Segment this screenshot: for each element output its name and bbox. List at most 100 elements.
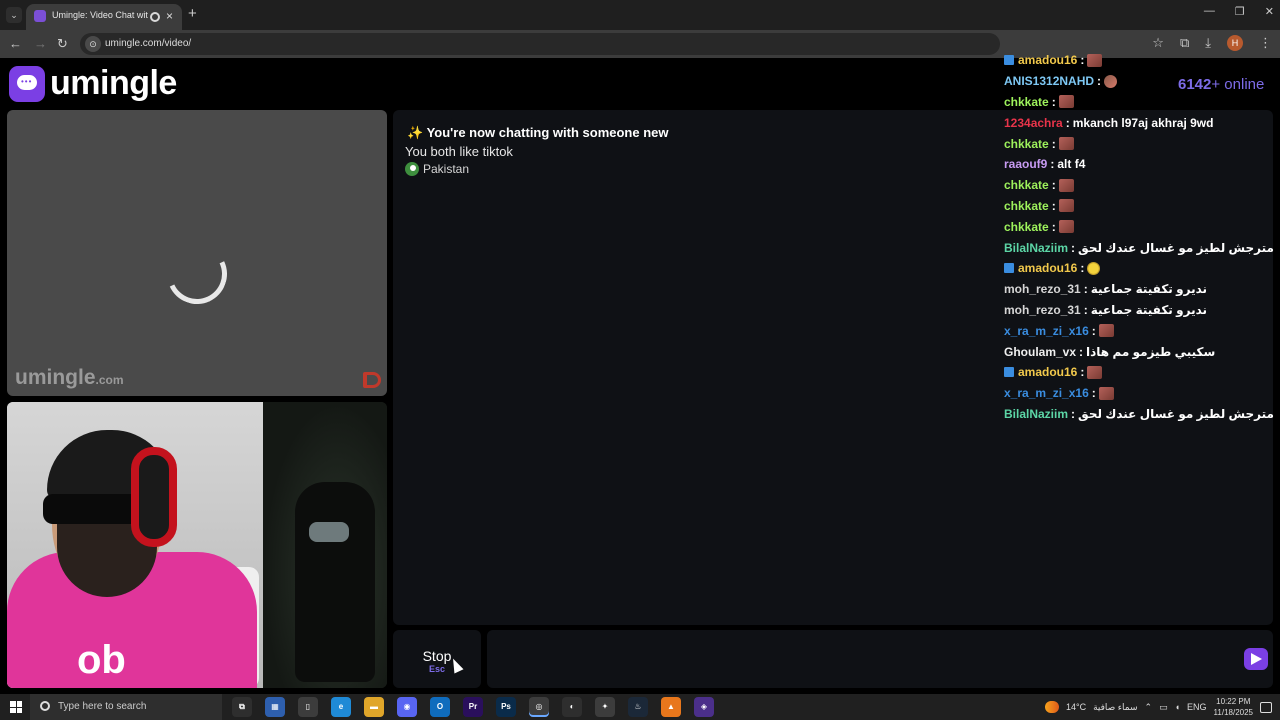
loading-spinner-icon bbox=[158, 235, 236, 313]
chrome-icon[interactable]: ◎ bbox=[529, 697, 549, 717]
language-indicator[interactable]: ENG bbox=[1187, 702, 1207, 712]
reload-icon[interactable]: ↻ bbox=[57, 36, 68, 52]
system-message: ✨ You're now chatting with someone new bbox=[407, 125, 669, 140]
overlay-username: moh_rezo_31 bbox=[1004, 282, 1081, 297]
taskbar-search[interactable]: Type here to search bbox=[30, 694, 222, 720]
headphones bbox=[131, 447, 177, 547]
overlay-message: مترجش لطيز مو غسال عندك لحق bbox=[1078, 240, 1274, 255]
site-logo[interactable]: ••• umingle bbox=[9, 64, 177, 103]
umingle-page: ••• umingle 6142+ online umingle.com ob … bbox=[0, 53, 1280, 690]
window-restore-button[interactable]: ❐ bbox=[1235, 5, 1245, 18]
overlay-message: مترجش لطيز مو غسال عندك لحق bbox=[1078, 406, 1274, 421]
overlay-chat-line: BilalNaziim: مترجش لطيز مو غسال عندك لحق bbox=[1004, 240, 1274, 255]
tab-title: Umingle: Video Chat with S bbox=[52, 10, 148, 20]
chat-emote-icon bbox=[1098, 324, 1114, 338]
fl-studio-icon[interactable]: ✦ bbox=[595, 697, 615, 717]
common-interest: You both like tiktok bbox=[405, 144, 513, 159]
profile-avatar[interactable]: H bbox=[1227, 35, 1243, 51]
chat-emote-icon bbox=[1087, 365, 1103, 379]
windows-start-icon[interactable] bbox=[10, 701, 22, 713]
edge-icon[interactable]: e bbox=[331, 697, 351, 717]
vlc-app-icon[interactable]: ▲ bbox=[661, 697, 681, 717]
overlay-chat-line: chkkate: bbox=[1004, 92, 1274, 113]
address-bar[interactable]: ⊙ umingle.com/video/ bbox=[80, 33, 1000, 55]
notepad-icon[interactable]: ▯ bbox=[298, 697, 318, 717]
clock[interactable]: 10:22 PM 11/18/2025 bbox=[1214, 696, 1253, 718]
weather-text: سماء صافية bbox=[1093, 701, 1138, 712]
pakistan-flag-icon bbox=[405, 162, 419, 176]
logo-text: umingle bbox=[50, 64, 177, 102]
recording-indicator-icon bbox=[150, 12, 160, 22]
chat-emote-icon bbox=[1098, 386, 1114, 400]
stop-button[interactable]: Stop Esc bbox=[393, 630, 481, 688]
volume-icon[interactable]: ◖ bbox=[1175, 702, 1180, 712]
back-arrow-icon[interactable]: ← bbox=[9, 36, 22, 51]
report-flag-icon[interactable] bbox=[363, 372, 381, 388]
overlay-chat-line: Ghoulam_vx: سكيبي طيزمو مم هاذا bbox=[1004, 344, 1216, 359]
site-info-icon[interactable]: ⊙ bbox=[85, 36, 101, 52]
window-close-button[interactable]: ✕ bbox=[1265, 5, 1274, 18]
overlay-chat-line: 1234achra: mkanch l97aj akhraj 9wd bbox=[1004, 115, 1214, 130]
browser-tab[interactable]: Umingle: Video Chat with S × bbox=[26, 4, 182, 30]
overlay-username: chkkate bbox=[1004, 198, 1049, 213]
overlay-chat-line: amadou16: bbox=[1004, 50, 1274, 71]
notifications-icon[interactable] bbox=[1260, 701, 1272, 713]
overlay-chat-line: amadou16: bbox=[1004, 362, 1274, 383]
bookmark-star-icon[interactable]: ☆ bbox=[1152, 35, 1164, 51]
outlook-icon[interactable]: O bbox=[430, 697, 450, 717]
overlay-username: amadou16 bbox=[1018, 53, 1078, 68]
premiere-pro-icon[interactable]: Pr bbox=[463, 697, 483, 717]
overlay-username: chkkate bbox=[1004, 136, 1049, 151]
photoshop-icon[interactable]: Ps bbox=[496, 697, 516, 717]
chat-emote-icon bbox=[1104, 74, 1118, 88]
stranger-video: umingle.com bbox=[7, 110, 387, 396]
video-watermark: umingle.com bbox=[15, 366, 124, 389]
twitch-badge-icon bbox=[1004, 367, 1014, 378]
overlay-username: ANIS1312NAHD bbox=[1004, 74, 1095, 89]
overlay-chat-line: moh_rezo_31: نديرو تكفيتة جماعية bbox=[1004, 302, 1208, 317]
overlay-username: chkkate bbox=[1004, 94, 1049, 109]
overlay-chat-line: chkkate: bbox=[1004, 216, 1274, 237]
overlay-username: amadou16 bbox=[1018, 365, 1078, 380]
sparkle-icon: ✨ bbox=[407, 125, 424, 140]
overlay-chat-line: x_ra_m_zi_x16: bbox=[1004, 383, 1274, 404]
twitch-badge-icon bbox=[1004, 55, 1014, 66]
chat-emote-icon bbox=[1087, 53, 1103, 67]
twitch-app-icon[interactable]: ◈ bbox=[694, 697, 714, 717]
self-video: ob bbox=[7, 402, 387, 688]
tray-chevron-icon[interactable]: ⌃ bbox=[1145, 702, 1153, 713]
window-minimize-button[interactable]: — bbox=[1204, 5, 1215, 18]
tab-search-button[interactable]: ⌄ bbox=[6, 7, 22, 23]
overlay-username: chkkate bbox=[1004, 178, 1049, 193]
overlay-chat-line: BilalNaziim: مترجش لطيز مو غسال عندك لحق bbox=[1004, 406, 1274, 421]
extensions-icon[interactable]: ⧉ bbox=[1180, 35, 1189, 51]
tab-close-icon[interactable]: × bbox=[166, 9, 173, 23]
overlay-username: BilalNaziim bbox=[1004, 240, 1069, 255]
send-button[interactable] bbox=[1244, 648, 1268, 670]
overlay-chat-line: chkkate: bbox=[1004, 133, 1274, 154]
steam-icon[interactable]: ♨ bbox=[628, 697, 648, 717]
new-tab-button[interactable]: + bbox=[188, 5, 197, 22]
overlay-username: amadou16 bbox=[1018, 261, 1078, 276]
discord-icon[interactable]: ◉ bbox=[397, 697, 417, 717]
search-icon bbox=[40, 701, 50, 711]
overlay-message: alt f4 bbox=[1057, 157, 1086, 172]
message-input[interactable] bbox=[487, 630, 1273, 688]
overlay-chat-line: amadou16: bbox=[1004, 258, 1274, 279]
weather-icon[interactable] bbox=[1044, 701, 1059, 713]
windows-taskbar: Type here to search ⧉ ▦ ▯ e ▬ ◉ O Pr Ps ◎ ◐ ✦ ♨ ▲ ◈ 14… bbox=[0, 694, 1280, 720]
overlay-username: raaouf9 bbox=[1004, 157, 1048, 172]
microsoft-store-icon[interactable]: ▦ bbox=[265, 697, 285, 717]
file-explorer-icon[interactable]: ▬ bbox=[364, 697, 384, 717]
forward-arrow-icon[interactable]: → bbox=[34, 36, 47, 51]
overlay-username: 1234achra bbox=[1004, 115, 1063, 130]
network-icon[interactable]: ▭ bbox=[1159, 702, 1168, 713]
overlay-username: chkkate bbox=[1004, 219, 1049, 234]
task-view-icon[interactable]: ⧉ bbox=[232, 697, 252, 717]
downloads-icon[interactable]: ⤓ bbox=[1205, 35, 1211, 51]
overlay-message: سكيبي طيزمو مم هاذا bbox=[1086, 344, 1216, 359]
chat-emote-icon bbox=[1058, 95, 1074, 109]
obs-icon[interactable]: ◐ bbox=[562, 697, 582, 717]
browser-menu-icon[interactable]: ⋮ bbox=[1259, 35, 1272, 51]
logo-chat-bubble-icon: ••• bbox=[9, 65, 45, 102]
